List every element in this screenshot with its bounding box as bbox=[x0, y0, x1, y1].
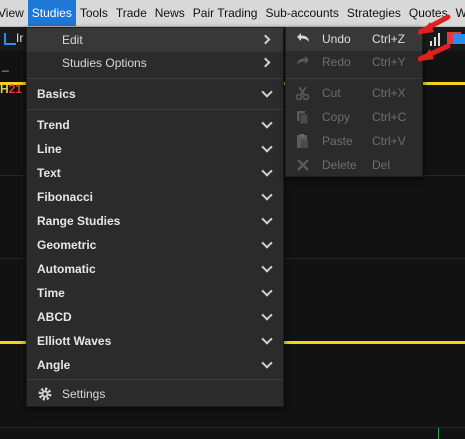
submenu-item-redo[interactable]: Redo Ctrl+Y bbox=[286, 50, 422, 74]
annotation-arrow-redo bbox=[418, 43, 451, 62]
menu-item-label: Settings bbox=[62, 387, 106, 401]
shortcut-label: Ctrl+Z bbox=[372, 32, 405, 46]
submenu-item-copy[interactable]: Copy Ctrl+C bbox=[286, 105, 422, 129]
category-label: Time bbox=[37, 286, 65, 300]
chevron-down-icon bbox=[261, 86, 273, 98]
chevron-down-icon bbox=[261, 309, 273, 321]
copy-icon bbox=[297, 111, 309, 125]
grid-line bbox=[0, 427, 465, 428]
divider bbox=[286, 78, 422, 79]
category-trend[interactable]: Trend bbox=[27, 113, 283, 137]
chevron-down-icon bbox=[261, 141, 273, 153]
category-label: Geometric bbox=[37, 238, 97, 252]
category-label: Text bbox=[37, 166, 61, 180]
gear-icon bbox=[38, 387, 52, 401]
menu-pair-trading[interactable]: Pair Trading bbox=[189, 0, 262, 26]
shortcut-label: Ctrl+X bbox=[372, 86, 406, 100]
submenu-item-delete[interactable]: Delete Del bbox=[286, 153, 422, 177]
category-fibonacci[interactable]: Fibonacci bbox=[27, 185, 283, 209]
category-label: Angle bbox=[37, 358, 71, 372]
category-automatic[interactable]: Automatic bbox=[27, 257, 283, 281]
submenu-item-undo[interactable]: Undo Ctrl+Z bbox=[286, 27, 422, 51]
shortcut-label: Ctrl+C bbox=[372, 110, 407, 124]
chevron-down-icon bbox=[261, 165, 273, 177]
menu-item-edit[interactable]: Edit bbox=[27, 28, 283, 52]
submenu-item-cut[interactable]: Cut Ctrl+X bbox=[286, 81, 422, 105]
category-geometric[interactable]: Geometric bbox=[27, 233, 283, 257]
time-marker bbox=[438, 428, 439, 439]
category-range-studies[interactable]: Range Studies bbox=[27, 209, 283, 233]
menu-item-label: Edit bbox=[62, 33, 83, 47]
symbol-label: Ir bbox=[16, 31, 24, 45]
category-label: Line bbox=[37, 142, 62, 156]
submenu-item-label: Cut bbox=[322, 86, 341, 100]
category-label: Trend bbox=[37, 118, 70, 132]
redo-icon bbox=[297, 56, 309, 65]
category-label: Elliott Waves bbox=[37, 334, 112, 348]
paste-icon bbox=[297, 134, 308, 148]
chart-text-fragment: _ bbox=[2, 58, 9, 72]
menu-strategies[interactable]: Strategies bbox=[343, 0, 405, 26]
delete-icon bbox=[297, 159, 309, 171]
chevron-down-icon bbox=[261, 261, 273, 273]
shortcut-label: Del bbox=[372, 158, 391, 172]
high-value: 21 bbox=[8, 82, 23, 96]
chevron-down-icon bbox=[261, 285, 273, 297]
submenu-item-label: Copy bbox=[322, 110, 351, 124]
menu-studies[interactable]: Studies bbox=[27, 0, 76, 26]
menu-item-settings[interactable]: Settings bbox=[27, 382, 283, 406]
edit-submenu: Undo Ctrl+Z Redo Ctrl+Y Cut Ctrl+X Copy … bbox=[285, 27, 423, 177]
category-angle[interactable]: Angle bbox=[27, 353, 283, 377]
category-label: ABCD bbox=[37, 310, 72, 324]
annotation-arrow-undo bbox=[418, 14, 451, 35]
menu-bar: View Studies Tools Trade News Pair Tradi… bbox=[0, 0, 465, 27]
chevron-down-icon bbox=[261, 237, 273, 249]
divider bbox=[27, 109, 283, 110]
submenu-item-label: Delete bbox=[322, 158, 357, 172]
shortcut-label: Ctrl+V bbox=[372, 134, 406, 148]
shortcut-label: Ctrl+Y bbox=[372, 55, 406, 69]
category-time[interactable]: Time bbox=[27, 281, 283, 305]
category-line[interactable]: Line bbox=[27, 137, 283, 161]
chevron-down-icon bbox=[261, 189, 273, 201]
studies-dropdown: Edit Studies Options Basics Trend Line T… bbox=[26, 27, 284, 407]
category-label: Fibonacci bbox=[37, 190, 94, 204]
scissors-icon bbox=[295, 86, 310, 101]
chevron-down-icon bbox=[261, 213, 273, 225]
divider bbox=[27, 379, 283, 380]
category-label: Basics bbox=[37, 87, 76, 101]
chevron-right-icon bbox=[260, 34, 271, 45]
chevron-down-icon bbox=[261, 333, 273, 345]
undo-icon bbox=[297, 33, 309, 42]
menu-news[interactable]: News bbox=[151, 0, 189, 26]
submenu-item-label: Paste bbox=[322, 134, 353, 148]
chevron-right-icon bbox=[260, 57, 271, 68]
category-text[interactable]: Text bbox=[27, 161, 283, 185]
category-elliott-waves[interactable]: Elliott Waves bbox=[27, 329, 283, 353]
submenu-item-label: Redo bbox=[322, 55, 351, 69]
chevron-down-icon bbox=[261, 117, 273, 129]
menu-sub-accounts[interactable]: Sub-accounts bbox=[261, 0, 342, 26]
category-abcd[interactable]: ABCD bbox=[27, 305, 283, 329]
category-label: Automatic bbox=[37, 262, 96, 276]
menu-item-label: Studies Options bbox=[62, 56, 147, 70]
chevron-down-icon bbox=[261, 357, 273, 369]
category-basics[interactable]: Basics bbox=[27, 82, 283, 106]
chart-icon[interactable] bbox=[4, 33, 16, 45]
menu-item-studies-options[interactable]: Studies Options bbox=[27, 51, 283, 75]
category-label: Range Studies bbox=[37, 214, 121, 228]
menu-tools[interactable]: Tools bbox=[76, 0, 112, 26]
high-label: H21 bbox=[0, 82, 23, 96]
submenu-item-label: Undo bbox=[322, 32, 351, 46]
submenu-item-paste[interactable]: Paste Ctrl+V bbox=[286, 129, 422, 153]
menu-view[interactable]: View bbox=[0, 0, 28, 26]
menu-trade[interactable]: Trade bbox=[112, 0, 151, 26]
divider bbox=[27, 78, 283, 79]
